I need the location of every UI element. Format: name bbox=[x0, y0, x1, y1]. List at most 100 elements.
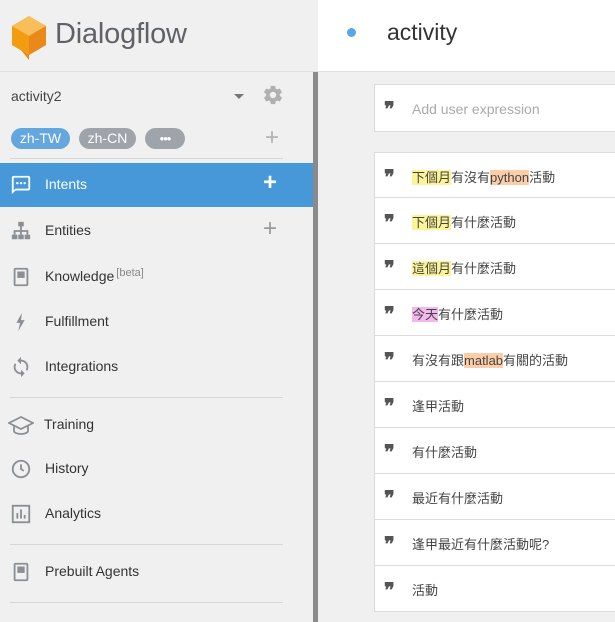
hierarchy-icon bbox=[11, 221, 31, 240]
gear-icon[interactable] bbox=[262, 84, 284, 106]
prebuilt-book-icon bbox=[13, 562, 29, 582]
annotated-entity[interactable]: 今天 bbox=[412, 307, 439, 322]
intent-editor: activity ❞ Add user expression ❞ 下個月有沒有py… bbox=[318, 0, 615, 622]
sidebar-item-analytics[interactable]: Analytics bbox=[0, 492, 313, 536]
training-phrase-row[interactable]: ❞ 下個月有沒有python活動 bbox=[374, 152, 615, 198]
sidebar-item-fulfillment[interactable]: Fulfillment bbox=[0, 300, 313, 344]
quote-icon: ❞ bbox=[384, 210, 395, 234]
annotated-entity[interactable]: matlab bbox=[464, 353, 504, 368]
sidebar-item-integrations[interactable]: Integrations bbox=[0, 345, 313, 389]
add-user-expression-input[interactable]: ❞ Add user expression bbox=[374, 84, 615, 132]
chat-icon bbox=[11, 175, 31, 195]
quote-icon: ❞ bbox=[384, 578, 395, 602]
annotated-entity[interactable]: 下個月 bbox=[412, 170, 452, 185]
sidebar: Dialogflow activity2 zh-TW zh-CN ••• + I… bbox=[0, 0, 318, 622]
sync-icon bbox=[13, 356, 29, 378]
quote-icon: ❞ bbox=[384, 532, 395, 556]
sidebar-item-label: Integrations bbox=[45, 358, 119, 374]
sidebar-item-prebuilt-agents[interactable]: Prebuilt Agents bbox=[0, 550, 313, 594]
training-phrase-row[interactable]: ❞ 逢甲最近有什麼活動呢? bbox=[374, 520, 615, 566]
bar-chart-icon bbox=[11, 504, 31, 524]
training-phrase-text[interactable]: 活動 bbox=[412, 580, 438, 599]
sidebar-item-label: Knowledge [beta] bbox=[45, 267, 144, 284]
training-phrase-row[interactable]: ❞ 活動 bbox=[374, 566, 615, 612]
clock-icon bbox=[11, 459, 31, 479]
more-languages-button[interactable]: ••• bbox=[145, 128, 185, 149]
status-dot-icon bbox=[347, 28, 356, 37]
divider bbox=[10, 158, 283, 159]
training-phrase-row[interactable]: ❞ 最近有什麼活動 bbox=[374, 474, 615, 520]
app-name: Dialogflow bbox=[55, 18, 187, 50]
sidebar-item-entities[interactable]: Entities + bbox=[0, 209, 313, 253]
training-phrase-row[interactable]: ❞ 下個月有什麼活動 bbox=[374, 198, 615, 244]
phrase-segment: 有什麼活動 bbox=[412, 445, 478, 460]
sidebar-item-label: Analytics bbox=[45, 505, 102, 521]
agent-name: activity2 bbox=[11, 88, 62, 104]
quote-icon: ❞ bbox=[384, 302, 395, 326]
sidebar-item-history[interactable]: History bbox=[0, 447, 313, 491]
phrase-segment: 逢甲最近有什麼活動呢? bbox=[412, 537, 550, 552]
training-phrase-text[interactable]: 逢甲活動 bbox=[412, 396, 464, 415]
phrase-segment: 有關的活動 bbox=[503, 353, 569, 368]
training-phrase-text[interactable]: 這個月有什麼活動 bbox=[412, 258, 516, 277]
quote-icon: ❞ bbox=[384, 97, 395, 121]
quote-icon: ❞ bbox=[384, 486, 395, 510]
knowledge-label: Knowledge bbox=[45, 268, 115, 284]
dialogflow-logo-icon bbox=[12, 16, 46, 60]
phrase-segment: 逢甲活動 bbox=[412, 399, 465, 414]
intent-title[interactable]: activity bbox=[387, 19, 457, 46]
language-row: zh-TW zh-CN ••• + bbox=[0, 125, 313, 153]
chevron-down-icon[interactable] bbox=[234, 94, 244, 99]
phrase-segment: 活動 bbox=[529, 170, 556, 185]
phrase-segment: 最近有什麼活動 bbox=[412, 491, 504, 506]
training-phrase-row[interactable]: ❞ 逢甲活動 bbox=[374, 382, 615, 428]
training-phrase-list: ❞ 下個月有沒有python活動 ❞ 下個月有什麼活動 ❞ 這個月有什麼活動 ❞ 今天有什麼活… bbox=[374, 152, 615, 612]
language-chip-zh-cn[interactable]: zh-CN bbox=[79, 128, 136, 149]
training-phrase-text[interactable]: 有沒有跟matlab有關的活動 bbox=[412, 350, 568, 369]
annotated-entity[interactable]: 下個月 bbox=[412, 215, 452, 230]
training-phrase-text[interactable]: 今天有什麼活動 bbox=[412, 304, 503, 323]
training-phrase-row[interactable]: ❞ 有什麼活動 bbox=[374, 428, 615, 474]
sidebar-item-label: Entities bbox=[45, 222, 91, 238]
quote-icon: ❞ bbox=[384, 348, 395, 372]
add-language-icon[interactable]: + bbox=[265, 126, 279, 150]
training-phrase-row[interactable]: ❞ 今天有什麼活動 bbox=[374, 290, 615, 336]
phrase-segment: 有什麼活動 bbox=[438, 307, 504, 322]
sidebar-item-label: History bbox=[45, 460, 89, 476]
sidebar-item-training[interactable]: Training bbox=[0, 403, 313, 447]
annotated-entity[interactable]: python bbox=[490, 170, 530, 185]
phrase-segment: 有沒有跟 bbox=[412, 353, 465, 368]
quote-icon: ❞ bbox=[384, 394, 395, 418]
sidebar-item-label: Prebuilt Agents bbox=[45, 563, 140, 579]
add-intent-icon[interactable]: + bbox=[263, 171, 277, 195]
language-chip-zh-tw[interactable]: zh-TW bbox=[11, 128, 70, 149]
annotated-entity[interactable]: 這個月 bbox=[412, 261, 452, 276]
lightning-icon bbox=[16, 312, 25, 332]
expression-placeholder: Add user expression bbox=[412, 101, 540, 117]
training-phrase-text[interactable]: 逢甲最近有什麼活動呢? bbox=[412, 534, 549, 553]
training-phrase-text[interactable]: 最近有什麼活動 bbox=[412, 488, 503, 507]
training-phrase-row[interactable]: ❞ 這個月有什麼活動 bbox=[374, 244, 615, 290]
intent-header: activity bbox=[318, 0, 615, 72]
phrase-segment: 有什麼活動 bbox=[451, 261, 517, 276]
sidebar-item-intents[interactable]: Intents + bbox=[0, 163, 313, 207]
sidebar-item-knowledge[interactable]: Knowledge [beta] bbox=[0, 255, 313, 299]
training-phrase-text[interactable]: 下個月有沒有python活動 bbox=[412, 167, 555, 186]
divider bbox=[10, 602, 283, 603]
beta-badge: [beta] bbox=[116, 267, 144, 279]
quote-icon: ❞ bbox=[384, 440, 395, 464]
add-entity-icon[interactable]: + bbox=[263, 217, 277, 241]
divider bbox=[10, 544, 283, 545]
quote-icon: ❞ bbox=[384, 165, 395, 189]
training-phrase-text[interactable]: 有什麼活動 bbox=[412, 442, 477, 461]
book-icon bbox=[13, 267, 29, 287]
sidebar-item-label: Training bbox=[44, 416, 95, 432]
training-phrase-row[interactable]: ❞ 有沒有跟matlab有關的活動 bbox=[374, 336, 615, 382]
logo-area: Dialogflow bbox=[0, 0, 318, 72]
phrase-segment: 有什麼活動 bbox=[451, 215, 517, 230]
phrase-segment: 活動 bbox=[412, 583, 439, 598]
sidebar-item-label: Fulfillment bbox=[45, 313, 109, 329]
sidebar-item-label: Intents bbox=[45, 176, 88, 192]
training-phrase-text[interactable]: 下個月有什麼活動 bbox=[412, 212, 516, 231]
phrase-segment: 有沒有 bbox=[451, 170, 491, 185]
